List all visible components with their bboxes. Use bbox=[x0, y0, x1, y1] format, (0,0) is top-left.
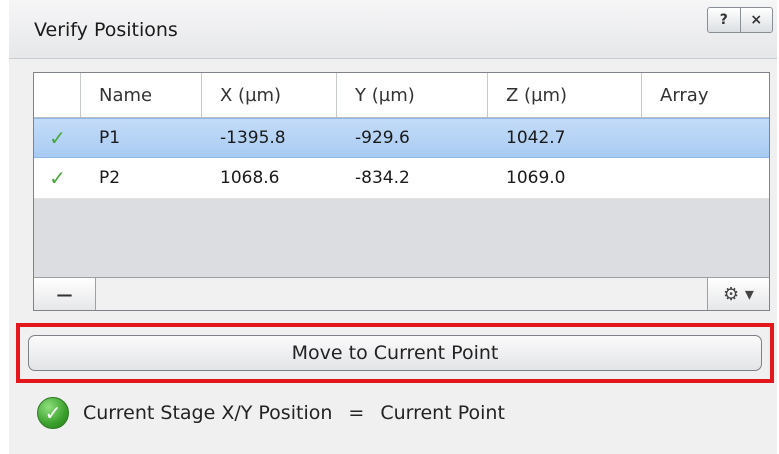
verify-positions-panel: Verify Positions ? × Name X (µm) Y (µm) … bbox=[9, 0, 777, 454]
panel-content: Name X (µm) Y (µm) Z (µm) Array ✓ P1 -13… bbox=[9, 59, 777, 454]
column-header-name[interactable]: Name bbox=[81, 73, 202, 117]
column-header-array[interactable]: Array bbox=[642, 73, 769, 117]
cell-name: P1 bbox=[99, 128, 121, 148]
column-header-x[interactable]: X (µm) bbox=[202, 73, 337, 117]
window-buttons: ? × bbox=[707, 7, 773, 33]
close-button[interactable]: × bbox=[739, 8, 773, 32]
check-circle-icon: ✓ bbox=[37, 397, 69, 429]
highlight-box: Move to Current Point bbox=[16, 323, 774, 383]
status-right-text: Current Point bbox=[380, 402, 505, 424]
row-status: ✓ bbox=[34, 158, 81, 198]
remove-point-button[interactable]: — bbox=[34, 278, 96, 310]
table-footer: — ⚙ ▾ bbox=[34, 277, 769, 310]
row-status: ✓ bbox=[34, 119, 81, 157]
cell-z: 1042.7 bbox=[506, 128, 566, 148]
footer-spacer bbox=[96, 278, 707, 310]
move-to-current-point-button[interactable]: Move to Current Point bbox=[28, 335, 762, 371]
cell-y: -834.2 bbox=[355, 168, 410, 188]
cell-y: -929.6 bbox=[355, 128, 410, 148]
gear-icon: ⚙ ▾ bbox=[723, 283, 754, 305]
column-header-y[interactable]: Y (µm) bbox=[337, 73, 488, 117]
cell-z: 1069.0 bbox=[506, 168, 566, 188]
table-row[interactable]: ✓ P1 -1395.8 -929.6 1042.7 bbox=[34, 118, 769, 158]
table-row[interactable]: ✓ P2 1068.6 -834.2 1069.0 bbox=[34, 158, 769, 199]
help-button[interactable]: ? bbox=[708, 8, 740, 32]
column-header-status[interactable] bbox=[34, 73, 81, 117]
positions-table[interactable]: Name X (µm) Y (µm) Z (µm) Array ✓ P1 -13… bbox=[33, 72, 770, 311]
panel-title: Verify Positions bbox=[34, 19, 178, 41]
table-header: Name X (µm) Y (µm) Z (µm) Array bbox=[34, 73, 769, 118]
settings-menu-button[interactable]: ⚙ ▾ bbox=[707, 278, 769, 310]
panel-titlebar: Verify Positions ? × bbox=[9, 0, 777, 59]
checkmark-icon: ✓ bbox=[49, 166, 66, 190]
cell-array bbox=[642, 158, 769, 198]
cell-x: -1395.8 bbox=[220, 128, 286, 148]
status-line: ✓ Current Stage X/Y Position = Current P… bbox=[37, 397, 505, 429]
checkmark-icon: ✓ bbox=[49, 126, 66, 150]
status-left-text: Current Stage X/Y Position bbox=[83, 402, 333, 424]
status-equals: = bbox=[348, 402, 365, 424]
minus-icon: — bbox=[56, 284, 73, 304]
cell-x: 1068.6 bbox=[220, 168, 280, 188]
cell-array bbox=[642, 119, 769, 157]
column-header-z[interactable]: Z (µm) bbox=[488, 73, 642, 117]
cell-name: P2 bbox=[99, 168, 121, 188]
